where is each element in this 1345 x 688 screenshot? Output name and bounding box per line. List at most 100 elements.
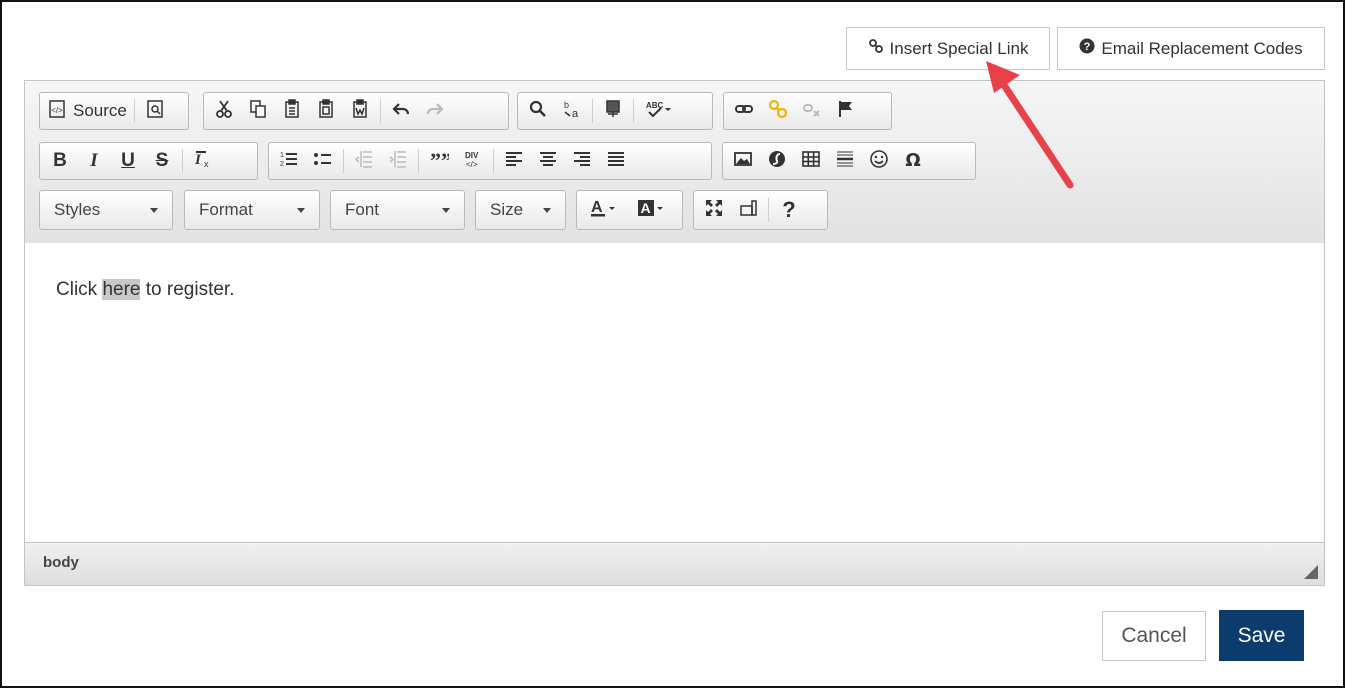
undo-button[interactable] bbox=[384, 96, 418, 126]
styles-label: Styles bbox=[54, 200, 101, 219]
quote-icon: ”” bbox=[429, 148, 452, 174]
question-circle-icon: ? bbox=[1079, 38, 1095, 59]
find-button[interactable] bbox=[521, 96, 555, 126]
source-label: Source bbox=[73, 101, 127, 120]
underline-button[interactable]: U bbox=[111, 146, 145, 176]
cancel-button[interactable]: Cancel bbox=[1102, 611, 1206, 661]
horizontal-rule-icon bbox=[835, 149, 855, 174]
insert-group: Ω bbox=[722, 142, 976, 180]
separator bbox=[133, 99, 135, 123]
preview-button[interactable] bbox=[138, 96, 172, 126]
underline-label: U bbox=[121, 150, 135, 171]
font-label: Font bbox=[345, 200, 380, 219]
email-replacement-codes-button[interactable]: ? Email Replacement Codes bbox=[1057, 27, 1325, 70]
paste-word-button[interactable] bbox=[343, 96, 377, 126]
decrease-indent-button[interactable] bbox=[347, 146, 381, 176]
align-right-icon bbox=[572, 149, 592, 174]
image-button[interactable] bbox=[726, 146, 760, 176]
cut-button[interactable] bbox=[207, 96, 241, 126]
content-text-before: Click bbox=[56, 279, 103, 300]
svg-text:2: 2 bbox=[280, 161, 284, 168]
blockquote-button[interactable]: ”” bbox=[422, 146, 456, 176]
smiley-icon bbox=[869, 149, 889, 174]
special-char-button[interactable]: Ω bbox=[896, 146, 930, 176]
svg-text:I: I bbox=[194, 152, 202, 168]
align-left-icon bbox=[504, 149, 524, 174]
rich-text-editor: </> Source ba ABC B I U S I x 1 2 ” DIV … bbox=[24, 80, 1325, 586]
unlink-button[interactable] bbox=[795, 96, 829, 126]
link-button[interactable] bbox=[727, 96, 761, 126]
help-button[interactable]: ? bbox=[772, 195, 806, 225]
svg-text:DIV: DIV bbox=[465, 151, 479, 160]
paste-text-button[interactable] bbox=[309, 96, 343, 126]
chain-link-icon bbox=[734, 99, 754, 124]
source-button[interactable]: </> Source bbox=[43, 96, 131, 126]
flash-icon bbox=[767, 149, 787, 174]
editor-content-area[interactable]: Click here to register. bbox=[25, 243, 1324, 543]
table-button[interactable] bbox=[794, 146, 828, 176]
clipboard-icon bbox=[282, 98, 302, 124]
help-label: ? bbox=[782, 197, 796, 222]
smiley-button[interactable] bbox=[862, 146, 896, 176]
align-center-button[interactable] bbox=[531, 146, 565, 176]
select-all-icon bbox=[603, 99, 623, 124]
justify-button[interactable] bbox=[599, 146, 633, 176]
format-label: Format bbox=[199, 200, 253, 219]
unlink-icon bbox=[802, 99, 822, 124]
element-path[interactable]: body bbox=[43, 554, 79, 571]
svg-text:x: x bbox=[204, 159, 209, 169]
horizontal-rule-button[interactable] bbox=[828, 146, 862, 176]
svg-text:1: 1 bbox=[280, 152, 284, 159]
selected-link-text[interactable]: here bbox=[102, 279, 141, 300]
paragraph-group: 12 ”” DIV</> bbox=[268, 142, 712, 180]
remove-format-button[interactable]: Ix bbox=[186, 146, 220, 176]
justify-icon bbox=[606, 149, 626, 174]
link-icon bbox=[868, 38, 884, 59]
redo-icon bbox=[425, 99, 445, 124]
svg-text:Ω: Ω bbox=[905, 150, 920, 169]
document-group: </> Source bbox=[39, 92, 189, 130]
bold-button[interactable]: B bbox=[43, 146, 77, 176]
special-link-button[interactable] bbox=[761, 96, 795, 126]
source-icon: </> bbox=[47, 99, 67, 124]
save-button[interactable]: Save bbox=[1219, 610, 1304, 661]
editing-group: ba ABC bbox=[517, 92, 713, 130]
show-blocks-button[interactable] bbox=[731, 195, 765, 225]
styles-dropdown[interactable]: Styles bbox=[39, 190, 173, 230]
select-all-button[interactable] bbox=[596, 96, 630, 126]
italic-button[interactable]: I bbox=[77, 146, 111, 176]
caret-down-icon bbox=[442, 207, 450, 213]
content-paragraph: Click here to register. bbox=[56, 279, 234, 301]
outdent-icon bbox=[354, 149, 374, 174]
clipboard-group bbox=[203, 92, 509, 130]
font-dropdown[interactable]: Font bbox=[330, 190, 465, 230]
separator bbox=[182, 149, 183, 173]
div-container-button[interactable]: DIV </> bbox=[456, 146, 490, 176]
paste-button[interactable] bbox=[275, 96, 309, 126]
resize-handle-icon[interactable] bbox=[1304, 565, 1318, 579]
undo-icon bbox=[391, 99, 411, 124]
flash-button[interactable] bbox=[760, 146, 794, 176]
replace-button[interactable]: ba bbox=[555, 96, 589, 126]
size-dropdown[interactable]: Size bbox=[475, 190, 566, 230]
show-blocks-icon bbox=[738, 198, 758, 223]
strikethrough-button[interactable]: S bbox=[145, 146, 179, 176]
text-color-button[interactable]: A bbox=[580, 195, 628, 225]
format-dropdown[interactable]: Format bbox=[184, 190, 320, 230]
spellcheck-button[interactable]: ABC bbox=[637, 96, 681, 126]
text-color-icon: A bbox=[589, 198, 619, 223]
separator bbox=[380, 99, 381, 123]
numbered-list-button[interactable]: 12 bbox=[272, 146, 306, 176]
image-icon bbox=[733, 149, 753, 174]
redo-button[interactable] bbox=[418, 96, 452, 126]
background-color-button[interactable]: A bbox=[628, 195, 676, 225]
anchor-button[interactable] bbox=[829, 96, 863, 126]
increase-indent-button[interactable] bbox=[381, 146, 415, 176]
svg-text:””: ”” bbox=[430, 149, 449, 169]
bulleted-list-button[interactable] bbox=[306, 146, 340, 176]
align-right-button[interactable] bbox=[565, 146, 599, 176]
copy-button[interactable] bbox=[241, 96, 275, 126]
align-left-button[interactable] bbox=[497, 146, 531, 176]
align-center-icon bbox=[538, 149, 558, 174]
maximize-button[interactable] bbox=[697, 195, 731, 225]
